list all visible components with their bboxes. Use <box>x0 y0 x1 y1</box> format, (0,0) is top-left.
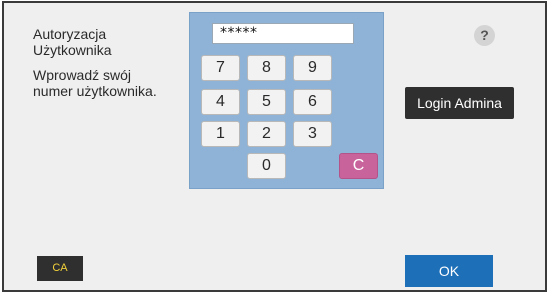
clear-all-button[interactable]: CA <box>37 256 83 281</box>
key-1[interactable]: 1 <box>201 121 240 147</box>
key-4[interactable]: 4 <box>201 89 240 115</box>
user-number-field[interactable]: ***** <box>212 23 354 44</box>
help-icon[interactable]: ? <box>474 25 495 46</box>
key-9[interactable]: 9 <box>293 55 332 81</box>
ok-button[interactable]: OK <box>405 255 493 287</box>
key-8[interactable]: 8 <box>247 55 286 81</box>
key-2[interactable]: 2 <box>247 121 286 147</box>
auth-title: Autoryzacja Użytkownika <box>33 26 112 58</box>
login-screen: Autoryzacja Użytkownika Wprowadź swój nu… <box>2 1 547 292</box>
key-0[interactable]: 0 <box>247 153 286 179</box>
auth-description: Wprowadź swój numer użytkownika. <box>33 67 157 99</box>
key-7[interactable]: 7 <box>201 55 240 81</box>
numeric-keypad: ***** 7 8 9 4 5 6 1 2 3 0 C <box>189 12 384 189</box>
key-clear[interactable]: C <box>339 153 378 179</box>
key-3[interactable]: 3 <box>293 121 332 147</box>
admin-login-button[interactable]: Login Admina <box>405 87 514 119</box>
key-6[interactable]: 6 <box>293 89 332 115</box>
key-5[interactable]: 5 <box>247 89 286 115</box>
